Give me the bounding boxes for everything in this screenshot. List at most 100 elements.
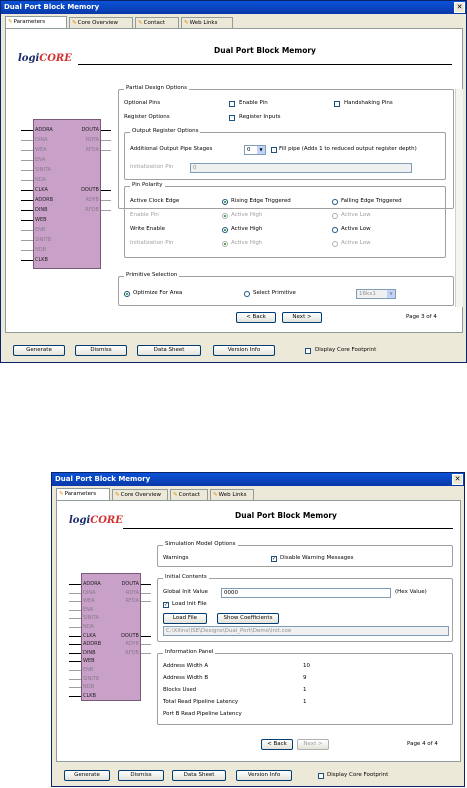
tab-web-links[interactable]: ✎Web Links — [181, 17, 233, 28]
polarity-option-a-radio[interactable] — [222, 227, 228, 233]
next-button[interactable]: Next > — [297, 739, 329, 750]
next-button[interactable]: Next > — [282, 312, 322, 323]
polarity-row-label: Active Clock Edge — [130, 198, 180, 204]
pin-line — [69, 695, 81, 697]
title-bar: Dual Port Block Memory ✕ — [1, 1, 466, 14]
pin-line — [21, 170, 33, 171]
primitive-legend: Primitive Selection — [124, 272, 180, 278]
pin-line — [141, 635, 151, 637]
initial-contents-legend: Initial Contents — [163, 574, 209, 580]
pin-line — [101, 130, 111, 131]
register-options-label: Register Options — [124, 114, 170, 120]
pin-line — [21, 150, 33, 151]
back-button[interactable]: < Back — [236, 312, 276, 323]
pin-label-web: WEB — [83, 658, 95, 665]
show-coefficients-button[interactable]: Show Coefficients — [217, 613, 279, 624]
close-icon[interactable]: ✕ — [452, 474, 463, 485]
close-icon[interactable]: ✕ — [454, 2, 465, 13]
vertical-scrollbar[interactable] — [455, 89, 463, 307]
tab-parameters[interactable]: ✎Parameters — [5, 16, 67, 28]
page-icon: ✎ — [184, 20, 189, 26]
disable-warnings-checkbox[interactable]: ✓ — [271, 556, 277, 562]
pin-label-addrb: ADDRB — [35, 197, 54, 203]
pipe-stages-select[interactable]: 0 ▼ — [244, 145, 266, 155]
page-indicator: Page 3 of 4 — [406, 314, 437, 320]
chevron-down-icon: ▼ — [387, 290, 395, 298]
page-icon: ✎ — [213, 492, 218, 498]
tab-core-overview[interactable]: ✎Core Overview — [69, 17, 133, 28]
parameters-panel: logiCORE Dual Port Block Memory ADDRA DIN… — [5, 28, 463, 333]
register-inputs-checkbox[interactable] — [229, 115, 235, 121]
info-row-value: 9 — [303, 675, 307, 681]
data-sheet-button[interactable]: Data Sheet — [137, 345, 201, 356]
polarity-option-a-label: Active High — [231, 240, 263, 246]
init-value-input[interactable]: 0 — [190, 163, 412, 173]
page-icon: ✎ — [173, 492, 178, 498]
load-init-checkbox[interactable]: ✓ — [163, 602, 169, 608]
page-icon: ✎ — [8, 19, 13, 25]
polarity-option-b-radio — [332, 213, 338, 219]
pin-label-clka: CLKA — [35, 187, 48, 193]
generate-button[interactable]: Generate — [13, 345, 65, 356]
pin-label-rdya: RDYA — [85, 137, 99, 143]
polarity-row-label: Enable Pin — [130, 212, 159, 218]
pin-line — [69, 678, 81, 680]
pin-line — [101, 140, 111, 141]
pin-line — [69, 661, 81, 663]
footprint-label: Display Core Footprint — [315, 347, 377, 353]
pin-label-douta: DOUTA — [81, 127, 99, 133]
polarity-option-b-radio[interactable] — [332, 199, 338, 205]
info-row-label: Address Width B — [163, 675, 209, 681]
pin-label-addrb: ADDRB — [83, 641, 102, 648]
tab-web-links[interactable]: ✎Web Links — [210, 489, 254, 500]
pin-line — [21, 190, 33, 191]
tab-core-overview[interactable]: ✎Core Overview — [112, 489, 168, 500]
page-icon: ✎ — [72, 20, 77, 26]
back-button[interactable]: < Back — [261, 739, 293, 750]
dismiss-button[interactable]: Dismiss — [118, 770, 164, 781]
global-init-input[interactable]: 0000 — [221, 588, 391, 598]
fill-pipe-label: Fill pipe (Adds 1 to reduced output regi… — [279, 146, 417, 152]
optimize-area-radio[interactable] — [124, 291, 130, 297]
optional-pins-label: Optional Pins — [124, 100, 161, 106]
pin-line — [21, 260, 33, 261]
pin-line — [69, 601, 81, 603]
pin-line — [141, 652, 151, 654]
tab-contact[interactable]: ✎Contact — [170, 489, 208, 500]
chevron-down-icon: ▼ — [257, 146, 265, 154]
pin-line — [21, 130, 33, 131]
enable-pin-checkbox[interactable] — [229, 101, 235, 107]
dismiss-button[interactable]: Dismiss — [75, 345, 127, 356]
handshaking-pins-label: Handshaking Pins — [344, 100, 393, 106]
load-file-button[interactable]: Load File — [163, 613, 207, 624]
page-icon: ✎ — [59, 491, 64, 497]
polarity-option-a-radio[interactable] — [222, 199, 228, 205]
hex-value-label: (Hex Value) — [395, 589, 427, 595]
info-row-value: 1 — [303, 687, 307, 693]
data-sheet-button[interactable]: Data Sheet — [172, 770, 226, 781]
header-divider — [78, 64, 452, 65]
info-row-label: Blocks Used — [163, 687, 197, 693]
handshaking-pins-checkbox[interactable] — [334, 101, 340, 107]
pin-label-enb: ENB — [35, 227, 46, 233]
fill-pipe-checkbox[interactable] — [271, 147, 277, 153]
footprint-checkbox[interactable] — [305, 348, 311, 354]
select-primitive-radio[interactable] — [244, 291, 250, 297]
pin-line — [69, 670, 81, 671]
pin-line — [141, 592, 151, 594]
polarity-option-b-label: Active Low — [341, 212, 371, 218]
version-info-button[interactable]: Version Info — [236, 770, 292, 781]
info-row-label: Total Read Pipeline Latency — [163, 699, 239, 705]
polarity-option-b-radio[interactable] — [332, 227, 338, 233]
tab-parameters[interactable]: ✎Parameters — [56, 488, 110, 500]
version-info-button[interactable]: Version Info — [213, 345, 275, 356]
pin-label-ena: ENA — [35, 157, 46, 163]
pin-label-ndb: NDB — [83, 684, 95, 691]
generate-button[interactable]: Generate — [64, 770, 110, 781]
primitive-select[interactable]: 16kx1 ▼ — [356, 289, 396, 299]
tab-contact[interactable]: ✎Contact — [135, 17, 179, 28]
pin-line — [21, 250, 33, 251]
pin-line — [101, 150, 111, 151]
footprint-checkbox[interactable] — [318, 773, 324, 779]
pin-label-wea: WEA — [83, 598, 95, 605]
